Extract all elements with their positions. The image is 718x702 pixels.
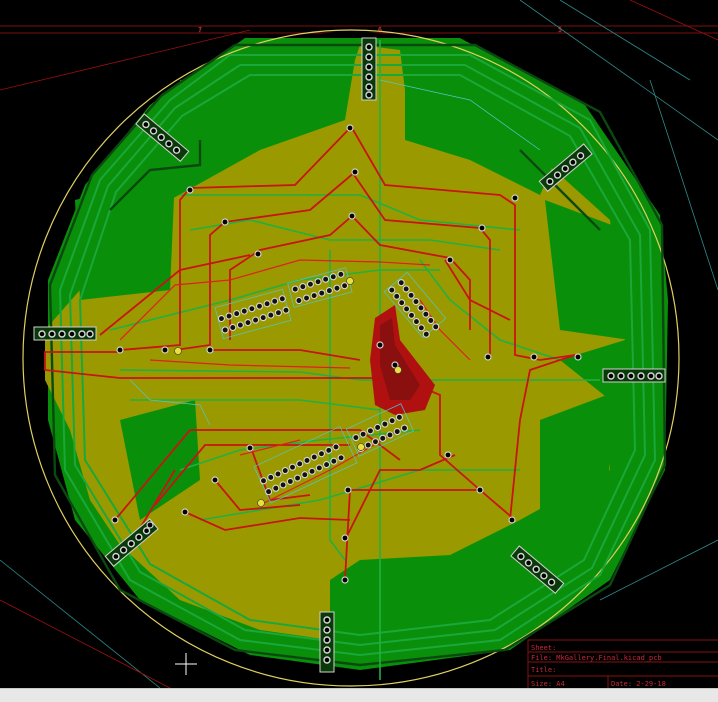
connector-bottom	[319, 611, 335, 673]
connector-right	[602, 368, 666, 383]
title-block-date: Date: 2-29-18	[611, 680, 666, 688]
pcb-canvas[interactable]: 7 6 5 Sheet: File: MkGallery.Final.kicad…	[0, 0, 718, 688]
title-block: Sheet: File: MkGallery.Final.kicad_pcb T…	[527, 639, 718, 688]
ruler-label-1: 7	[198, 26, 202, 34]
connector-left	[33, 326, 97, 341]
connector-top	[361, 37, 377, 101]
title-block-file: File: MkGallery.Final.kicad_pcb	[531, 654, 662, 662]
crosshair-cursor-icon	[175, 653, 197, 675]
ruler-label-2: 6	[378, 26, 382, 34]
status-bar	[0, 688, 718, 702]
title-block-sheet: Sheet:	[531, 644, 556, 652]
title-block-title: Title:	[531, 666, 556, 674]
title-block-size: Size: A4	[531, 680, 565, 688]
